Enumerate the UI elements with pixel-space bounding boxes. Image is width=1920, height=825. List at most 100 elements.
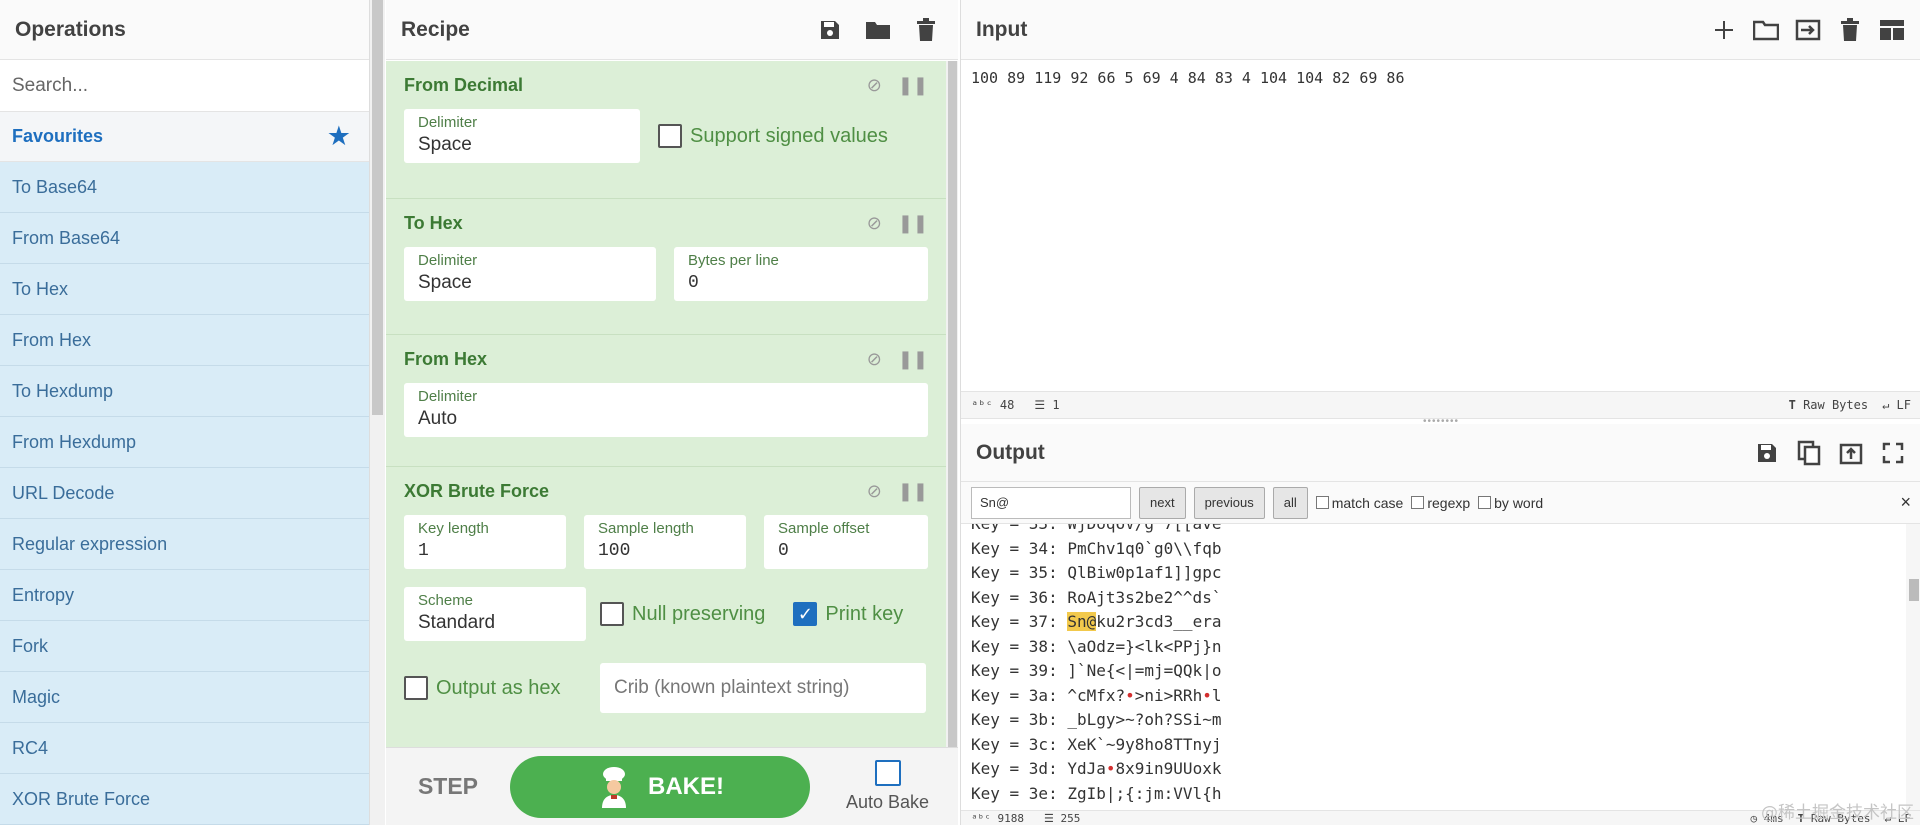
checkbox-label: Output as hex (436, 676, 561, 699)
disable-icon[interactable]: ⊘ (867, 75, 882, 96)
operation-item[interactable]: Fork (0, 621, 369, 672)
eol-button[interactable]: ↵ LF (1882, 398, 1911, 412)
sample-length-field[interactable]: Sample length 100 (584, 515, 746, 569)
save-icon[interactable] (1753, 439, 1781, 467)
bytes-per-line-field[interactable]: Bytes per line 0 (674, 247, 928, 301)
operation-item[interactable]: Regular expression (0, 519, 369, 570)
operation-item[interactable]: To Hex (0, 264, 369, 315)
checkbox-box[interactable] (1315, 496, 1329, 509)
favourites-header[interactable]: Favourites ★ (0, 112, 369, 162)
checkbox-box[interactable] (658, 124, 682, 148)
replace-input-icon[interactable] (1837, 439, 1865, 467)
bake-button[interactable]: BAKE! (510, 755, 810, 818)
raw-bytes-button[interactable]: T Raw Bytes (1789, 398, 1869, 412)
output-line: Key = 37: Sn@ku2r3cd3__era (961, 610, 1906, 635)
open-file-icon[interactable] (1794, 16, 1822, 44)
auto-bake-checkbox[interactable]: Auto Bake (846, 760, 929, 813)
operation-item[interactable]: XOR Brute Force (0, 774, 369, 825)
operation-item[interactable]: From Hexdump (0, 417, 369, 468)
pause-icon[interactable]: ❚❚ (898, 213, 928, 234)
recipe-op-name: From Decimal (404, 74, 524, 95)
output-scrollbar[interactable] (1906, 524, 1920, 810)
find-input[interactable]: Sn@ (971, 486, 1131, 519)
checkbox-box[interactable] (1478, 496, 1492, 509)
line-text: Key = 3e: ZgIb|;{:jm:VVl{h (971, 783, 1222, 803)
operation-item[interactable]: RC4 (0, 723, 369, 774)
operation-item[interactable]: To Base64 (0, 162, 369, 213)
scrollbar-thumb[interactable] (1909, 579, 1919, 601)
delimiter-field[interactable]: Delimiter Auto (404, 383, 928, 437)
io-panel: Input 100 89 119 92 66 5 69 4 84 83 4 10… (960, 0, 1920, 825)
operation-item[interactable]: Magic (0, 672, 369, 723)
recipe-op-xor-brute-force[interactable]: XOR Brute Force ⊘ ❚❚ Key length 1 Sample… (386, 467, 946, 747)
star-icon[interactable]: ★ (327, 121, 351, 152)
pause-icon[interactable]: ❚❚ (898, 481, 928, 502)
disable-icon[interactable]: ⊘ (867, 213, 882, 234)
key-length-field[interactable]: Key length 1 (404, 515, 566, 569)
copy-icon[interactable] (1795, 439, 1823, 467)
scrollbar-thumb[interactable] (372, 0, 383, 415)
checkbox-box[interactable] (600, 602, 624, 626)
disable-icon[interactable]: ⊘ (867, 481, 882, 502)
regexp-checkbox[interactable]: regexp (1411, 495, 1470, 511)
null-preserving-checkbox[interactable]: Null preserving (600, 602, 765, 626)
output-as-hex-checkbox[interactable]: Output as hex (404, 676, 582, 700)
field-value: 1 (418, 541, 429, 561)
sample-offset-field[interactable]: Sample offset 0 (764, 515, 928, 569)
operations-title: Operations (0, 0, 369, 60)
operation-item[interactable]: From Hex (0, 315, 369, 366)
recipe-op-from-hex[interactable]: From Hex ⊘ ❚❚ Delimiter Auto (386, 335, 946, 467)
pause-icon[interactable]: ❚❚ (898, 349, 928, 370)
match-case-checkbox[interactable]: match case (1315, 495, 1403, 511)
open-folder-icon[interactable] (1752, 16, 1780, 44)
maximize-icon[interactable] (1879, 439, 1907, 467)
delimiter-field[interactable]: Delimiter Space (404, 247, 656, 301)
field-value: Space (418, 134, 472, 155)
operation-item[interactable]: URL Decode (0, 468, 369, 519)
input-toolbar (1710, 16, 1906, 44)
checkbox-box[interactable] (874, 760, 901, 786)
layout-icon[interactable] (1878, 16, 1906, 44)
output-text[interactable]: Key = 33: WjDoq6V/g 7[[ave Key = 34: PmC… (961, 524, 1906, 810)
input-textarea[interactable]: 100 89 119 92 66 5 69 4 84 83 4 104 104 … (961, 61, 1920, 391)
lines-value: 255 (1060, 811, 1081, 825)
operation-item[interactable]: To Hexdump (0, 366, 369, 417)
recipe-op-to-hex[interactable]: To Hex ⊘ ❚❚ Delimiter Space Bytes per li… (386, 199, 946, 335)
save-icon[interactable] (816, 16, 844, 44)
check-icon[interactable]: ✓ (793, 602, 818, 626)
operation-item[interactable]: Entropy (0, 570, 369, 621)
close-icon[interactable]: × (1900, 492, 1911, 513)
checkbox-box[interactable] (404, 676, 428, 700)
folder-icon[interactable] (864, 16, 892, 44)
output-header: Output (961, 424, 1920, 482)
operation-item[interactable]: From Base64 (0, 213, 369, 264)
find-next-button[interactable]: next (1139, 486, 1186, 519)
favourites-label: Favourites (12, 126, 104, 146)
checkbox-box[interactable] (1411, 496, 1425, 509)
input-status-bar: ᵃᵇᶜ 48 ☰ 1 T Raw Bytes ↵ LF (961, 391, 1920, 419)
scheme-select[interactable]: Scheme Standard (404, 587, 586, 641)
recipe-scrollbar[interactable] (946, 61, 958, 747)
pause-icon[interactable]: ❚❚ (898, 75, 928, 96)
recipe-op-from-decimal[interactable]: From Decimal ⊘ ❚❚ Delimiter Space Suppor… (386, 61, 946, 199)
output-line: Key = 34: PmChv1q0`g0\\fqb (961, 537, 1906, 562)
add-icon[interactable] (1710, 16, 1738, 44)
lines-value: 1 (1052, 398, 1060, 412)
crib-input[interactable]: Crib (known plaintext string) (600, 663, 926, 713)
by-word-checkbox[interactable]: by word (1478, 495, 1543, 511)
find-previous-button[interactable]: previous (1193, 486, 1265, 519)
trash-icon[interactable] (912, 16, 940, 44)
find-all-button[interactable]: all (1272, 486, 1308, 519)
recipe-op-name: To Hex (404, 212, 463, 233)
operations-search (0, 60, 369, 112)
delimiter-field[interactable]: Delimiter Space (404, 109, 640, 163)
signed-values-checkbox[interactable]: Support signed values (658, 124, 888, 148)
line-text: l (1211, 685, 1222, 705)
scrollbar-thumb[interactable] (948, 61, 957, 747)
print-key-checkbox[interactable]: ✓ Print key (793, 602, 903, 626)
step-button[interactable]: STEP (386, 773, 510, 800)
operations-search-input[interactable] (12, 74, 342, 97)
trash-icon[interactable] (1836, 16, 1864, 44)
disable-icon[interactable]: ⊘ (867, 349, 882, 370)
operations-scrollbar[interactable] (370, 0, 385, 825)
